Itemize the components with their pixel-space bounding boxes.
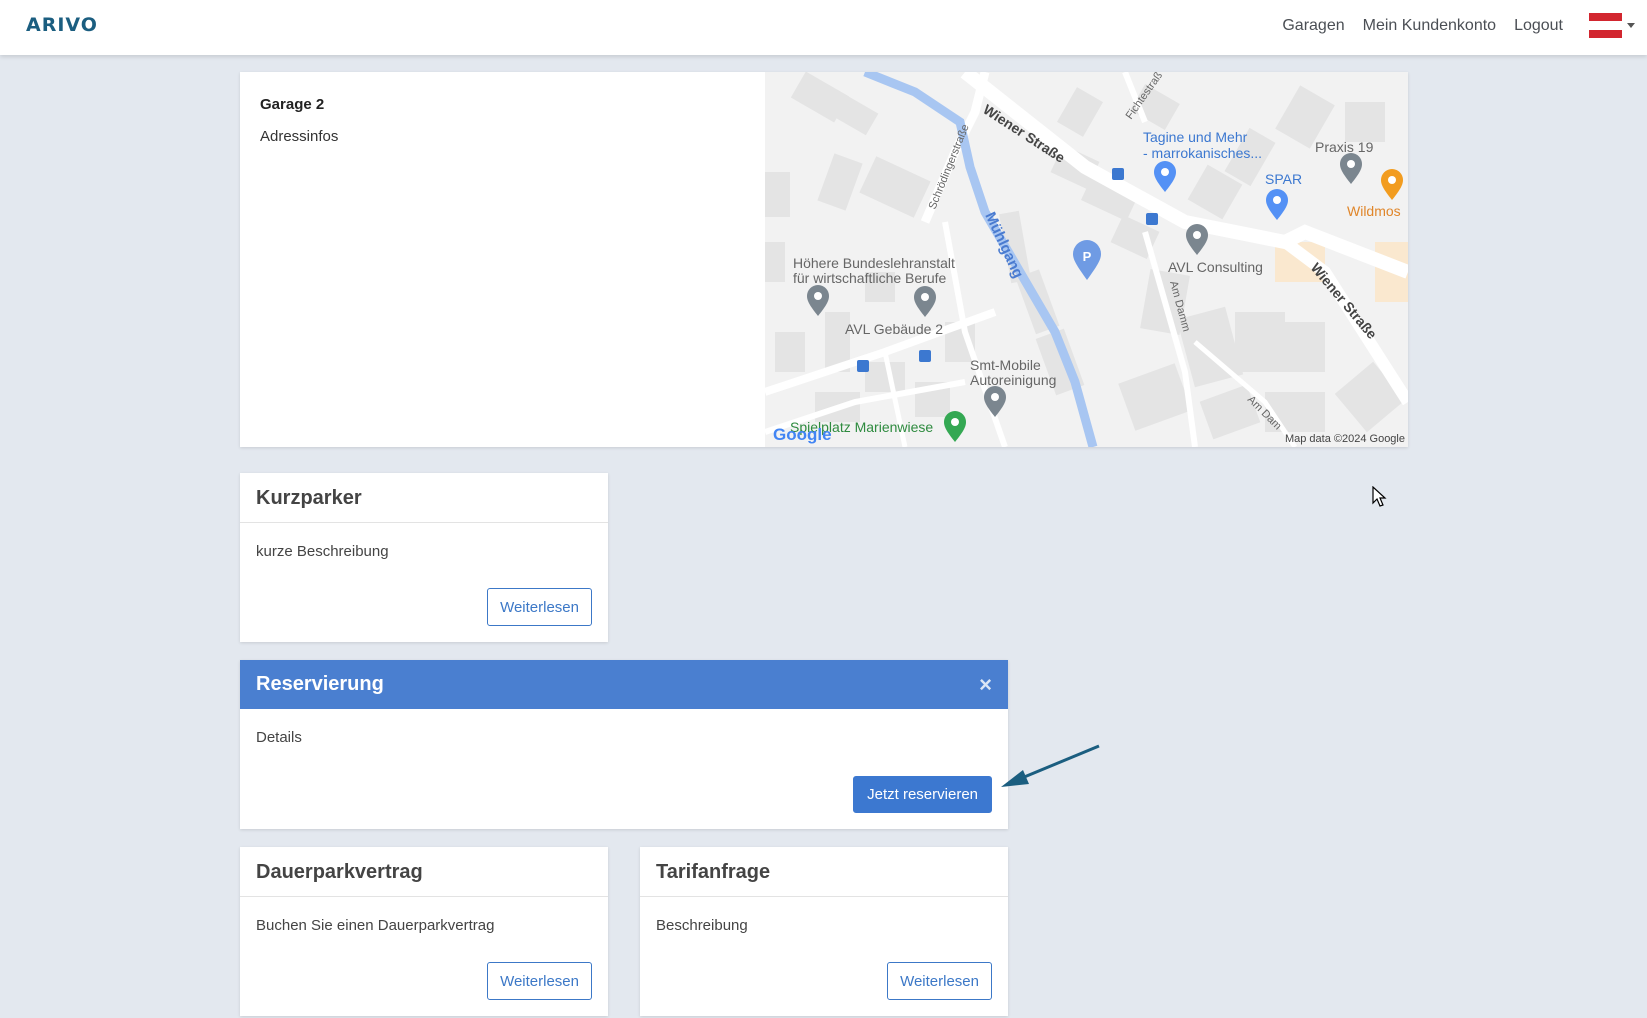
map-view[interactable]: Wiener Straße Wiener Straße Schrödingers… xyxy=(765,72,1408,447)
map-pin-shop-spar-icon[interactable] xyxy=(1266,189,1288,220)
dauerparkvertrag-weiterlesen-button[interactable]: Weiterlesen xyxy=(487,962,592,1000)
map-label-avl-gebaeude: AVL Gebäude 2 xyxy=(845,321,943,337)
nav-links: Garagen Mein Kundenkonto Logout xyxy=(1282,17,1563,35)
map-pin-praxis-icon[interactable] xyxy=(1340,153,1362,184)
kurzparker-description: kurze Beschreibung xyxy=(256,543,389,560)
map-pin-avl-gebaeude-icon[interactable] xyxy=(914,286,936,317)
jetzt-reservieren-button[interactable]: Jetzt reservieren xyxy=(853,776,992,813)
map-label-tagine-2: - marrokanisches... xyxy=(1143,145,1262,161)
tarifanfrage-weiterlesen-button[interactable]: Weiterlesen xyxy=(887,962,992,1000)
map-pin-school-icon[interactable] xyxy=(807,285,829,316)
map-pin-park-icon[interactable] xyxy=(944,411,966,442)
tarifanfrage-card: Tarifanfrage Beschreibung Weiterlesen xyxy=(640,847,1008,1016)
dauerparkvertrag-description: Buchen Sie einen Dauerparkvertrag xyxy=(256,917,495,934)
map-label-spar: SPAR xyxy=(1265,171,1302,187)
garage-address: Adressinfos xyxy=(260,128,339,145)
map-canvas[interactable]: Wiener Straße Wiener Straße Schrödingers… xyxy=(765,72,1408,447)
mouse-cursor-icon xyxy=(1372,486,1387,507)
reservierung-card: Reservierung × Details Jetzt reservieren xyxy=(240,660,1008,829)
map-pin-shop-tagine-icon[interactable] xyxy=(1154,161,1176,192)
tarifanfrage-title: Tarifanfrage xyxy=(640,847,1008,897)
top-navbar: ARIVO Garagen Mein Kundenkonto Logout xyxy=(0,0,1647,55)
map-pin-restaurant-icon[interactable] xyxy=(1381,169,1403,200)
reservierung-details: Details xyxy=(256,729,302,746)
map-attribution: Map data ©2024 Google xyxy=(1285,433,1405,445)
kurzparker-card: Kurzparker kurze Beschreibung Weiterlese… xyxy=(240,473,608,642)
tarifanfrage-description: Beschreibung xyxy=(656,917,748,934)
nav-link-logout[interactable]: Logout xyxy=(1514,17,1563,35)
garage-title: Garage 2 xyxy=(260,96,325,113)
reservierung-title: Reservierung xyxy=(256,673,384,695)
map-label-schroedingerstrasse: Schrödingerstraße xyxy=(927,123,972,211)
google-logo: Google xyxy=(773,425,832,444)
chevron-down-icon[interactable] xyxy=(1627,23,1635,28)
map-label-praxis: Praxis 19 xyxy=(1315,139,1374,155)
nav-link-kundenkonto[interactable]: Mein Kundenkonto xyxy=(1363,17,1496,35)
map-label-smt-2: Autoreinigung xyxy=(970,372,1056,388)
map-label-avl-consulting: AVL Consulting xyxy=(1168,259,1263,275)
annotation-arrow-icon xyxy=(1001,744,1100,787)
reservierung-header: Reservierung × xyxy=(240,660,1008,709)
map-label-hbla-2: für wirtschaftliche Berufe xyxy=(793,270,946,286)
map-label-wildmos: Wildmos xyxy=(1347,203,1401,219)
nav-link-garagen[interactable]: Garagen xyxy=(1282,17,1344,35)
map-label-smt-1: Smt-Mobile xyxy=(970,357,1041,373)
arivo-logo[interactable]: ARIVO xyxy=(26,14,98,36)
dauerparkvertrag-card: Dauerparkvertrag Buchen Sie einen Dauerp… xyxy=(240,847,608,1016)
language-flag-austria-icon[interactable] xyxy=(1589,13,1622,38)
kurzparker-weiterlesen-button[interactable]: Weiterlesen xyxy=(487,588,592,626)
map-label-tagine-1: Tagine und Mehr xyxy=(1143,129,1248,145)
map-label-hbla-1: Höhere Bundeslehranstalt xyxy=(793,255,955,271)
svg-text:P: P xyxy=(1083,249,1092,264)
map-pin-parking-icon[interactable]: P xyxy=(1073,240,1101,280)
map-pin-avl-consulting-icon[interactable] xyxy=(1186,224,1208,255)
kurzparker-title: Kurzparker xyxy=(240,473,608,523)
map-pin-smt-icon[interactable] xyxy=(984,386,1006,417)
garage-info-card: Garage 2 Adressinfos Wiener Straße Wiene… xyxy=(240,72,1408,447)
close-icon[interactable]: × xyxy=(979,672,992,698)
dauerparkvertrag-title: Dauerparkvertrag xyxy=(240,847,608,897)
